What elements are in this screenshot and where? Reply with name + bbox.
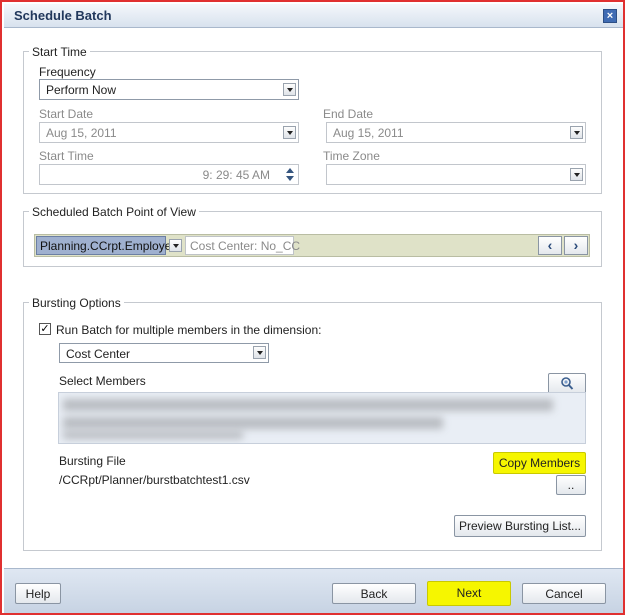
pov-dimension[interactable]: Planning.CCrpt.Employee <box>36 236 178 255</box>
bursting-legend: Bursting Options <box>29 296 124 310</box>
copy-members-button[interactable]: Copy Members <box>493 452 586 474</box>
selected-members-list[interactable] <box>58 392 586 444</box>
start-time-field[interactable]: 9: 29: 45 AM <box>39 164 299 185</box>
bursting-file-value: /CCRpt/Planner/burstbatchtest1.csv <box>59 473 250 487</box>
next-button[interactable]: Next <box>427 581 511 606</box>
back-button[interactable]: Back <box>332 583 416 604</box>
title-bar: Schedule Batch × <box>4 4 623 28</box>
start-date-value: Aug 15, 2011 <box>46 126 117 140</box>
bursting-dimension-value: Cost Center <box>66 347 131 361</box>
pov-bar: Planning.CCrpt.Employee Cost Center: No_… <box>34 234 590 257</box>
start-time-value: 9: 29: 45 AM <box>202 168 270 182</box>
time-zone-label: Time Zone <box>323 149 380 163</box>
browse-button[interactable]: .. <box>556 475 586 495</box>
dropdown-arrow-icon[interactable] <box>253 346 266 359</box>
frequency-select[interactable]: Perform Now <box>39 79 299 100</box>
bursting-file-label: Bursting File <box>59 454 126 468</box>
frequency-label: Frequency <box>39 65 96 79</box>
close-icon[interactable]: × <box>603 9 617 23</box>
run-batch-label: Run Batch for multiple members in the di… <box>56 323 322 337</box>
frequency-value: Perform Now <box>46 83 117 97</box>
bursting-dimension-select[interactable]: Cost Center <box>59 343 269 363</box>
chevron-right-icon[interactable]: › <box>564 236 588 255</box>
schedule-batch-dialog: Schedule Batch × Start Time Frequency Pe… <box>0 0 625 615</box>
dropdown-arrow-icon[interactable] <box>169 239 182 252</box>
dropdown-arrow-icon[interactable] <box>283 126 296 139</box>
member-selector-icon[interactable] <box>548 373 586 394</box>
start-date-label: Start Date <box>39 107 94 121</box>
pov-member[interactable]: Cost Center: No_CC <box>185 236 300 255</box>
cancel-button[interactable]: Cancel <box>522 583 606 604</box>
pov-legend: Scheduled Batch Point of View <box>29 205 199 219</box>
dialog-title: Schedule Batch <box>14 8 112 23</box>
select-members-label: Select Members <box>59 374 146 388</box>
help-button[interactable]: Help <box>15 583 61 604</box>
preview-bursting-list-button[interactable]: Preview Bursting List... <box>454 515 586 537</box>
start-time-label: Start Time <box>39 149 94 163</box>
dropdown-arrow-icon[interactable] <box>570 168 583 181</box>
time-zone-select[interactable] <box>326 164 586 185</box>
chevron-left-icon[interactable]: ‹ <box>538 236 562 255</box>
dropdown-arrow-icon[interactable] <box>283 83 296 96</box>
start-time-legend: Start Time <box>29 45 90 59</box>
start-date-field[interactable]: Aug 15, 2011 <box>39 122 299 143</box>
end-date-field[interactable]: Aug 15, 2011 <box>326 122 586 143</box>
end-date-label: End Date <box>323 107 374 121</box>
end-date-value: Aug 15, 2011 <box>333 126 404 140</box>
spinner-icon[interactable] <box>285 167 295 183</box>
dropdown-arrow-icon[interactable] <box>570 126 583 139</box>
checkbox-checked-icon[interactable]: ✓ <box>39 323 51 335</box>
